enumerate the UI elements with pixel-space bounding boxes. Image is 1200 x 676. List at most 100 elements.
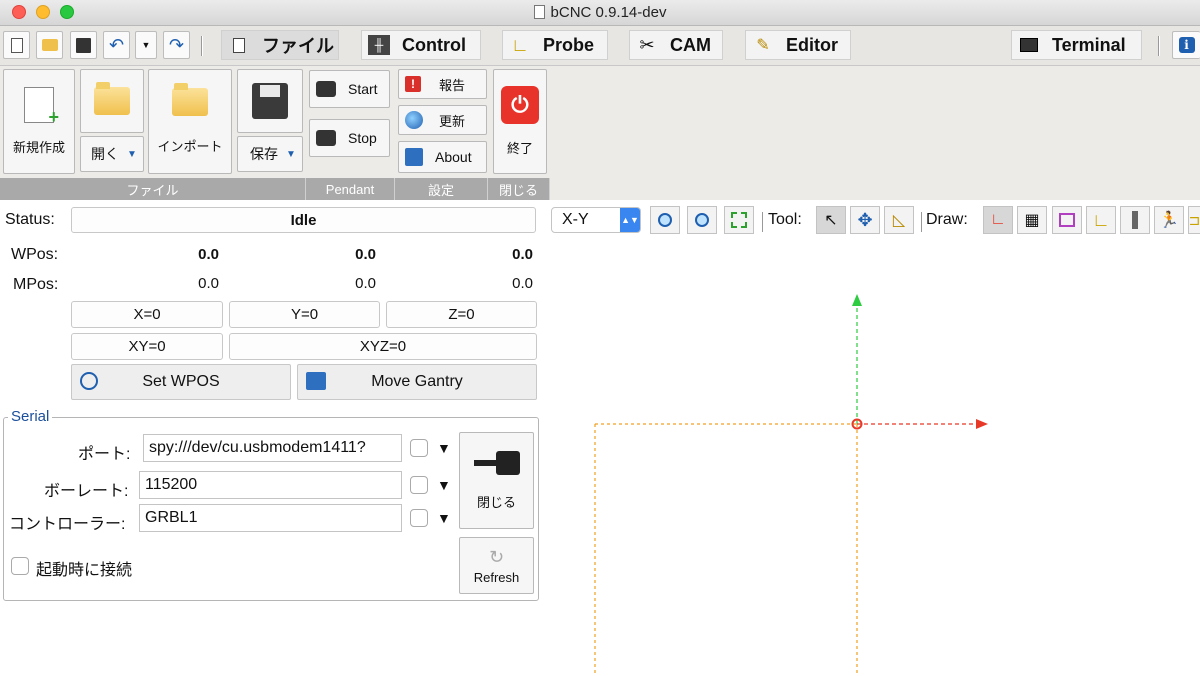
toolbar-separator	[201, 36, 203, 56]
port-input[interactable]: spy:///dev/cu.usbmodem1411?	[143, 434, 402, 462]
port-dropdown-checkbox[interactable]	[410, 439, 428, 457]
folder-icon	[94, 82, 130, 115]
document-icon	[533, 5, 545, 19]
toolbar-separator	[921, 212, 923, 232]
tab-file[interactable]: ファイル	[221, 30, 339, 60]
move-icon[interactable]: ✥	[850, 206, 880, 234]
axes-icon[interactable]: ∟	[983, 206, 1013, 234]
baud-dropdown-icon[interactable]: ▼	[437, 477, 451, 493]
settings-group-label: 設定	[395, 178, 488, 200]
tab-probe[interactable]: ∟ Probe	[502, 30, 608, 60]
zero-xyz-button[interactable]: XYZ=0	[229, 333, 537, 360]
zero-x-button[interactable]: X=0	[71, 301, 223, 328]
title-bar: bCNC 0.9.14-dev	[0, 0, 1200, 26]
baud-input[interactable]: 115200	[139, 471, 402, 499]
zero-z-button[interactable]: Z=0	[386, 301, 537, 328]
new-file-icon[interactable]	[3, 31, 30, 59]
controller-dropdown-checkbox[interactable]	[410, 509, 428, 527]
tab-control[interactable]: ╫ Control	[361, 30, 481, 60]
user-icon	[405, 148, 423, 166]
wpos-label: WPos:	[11, 246, 59, 263]
tools-icon: ✂	[639, 34, 655, 55]
y-axis-arrow-icon	[852, 294, 862, 306]
zero-xy-button[interactable]: XY=0	[71, 333, 223, 360]
terminal-icon	[1018, 35, 1040, 55]
draw-label: Draw:	[926, 211, 968, 228]
floppy-disk-icon	[252, 83, 288, 119]
save-button[interactable]	[237, 69, 303, 133]
zoom-fit-icon[interactable]	[724, 206, 754, 234]
window-title: bCNC 0.9.14-dev	[0, 4, 1200, 21]
select-arrows-icon: ▲▼	[620, 208, 640, 232]
undo-history-dropdown-icon[interactable]: ▼	[135, 31, 157, 59]
refresh-button[interactable]: ↻ Refresh	[459, 537, 534, 594]
drawing-canvas[interactable]	[545, 240, 1200, 676]
move-gantry-button[interactable]: Move Gantry	[297, 364, 537, 400]
port-dropdown-icon[interactable]: ▼	[437, 440, 451, 456]
tab-terminal[interactable]: Terminal	[1011, 30, 1142, 60]
crosshair-icon	[80, 372, 98, 390]
zoom-in-icon[interactable]	[650, 206, 680, 234]
wpos-y-value: 0.0	[355, 246, 376, 263]
mpos-label: MPos:	[13, 276, 59, 293]
pencil-icon: ✎	[756, 37, 770, 54]
update-button[interactable]: 更新	[398, 105, 487, 135]
tab-cam[interactable]: ✂ CAM	[629, 30, 723, 60]
about-button[interactable]: About	[398, 141, 487, 173]
refresh-icon: ↻	[488, 546, 505, 567]
mpos-x-value: 0.0	[198, 275, 219, 292]
port-label: ポート:	[78, 446, 131, 463]
mpos-z-value: 0.0	[512, 275, 533, 292]
new-document-icon: +	[24, 87, 59, 127]
controller-input[interactable]: GRBL1	[139, 504, 402, 532]
chevron-down-icon: ▼	[286, 148, 296, 160]
document-icon	[228, 35, 250, 55]
import-button[interactable]: インポート	[148, 69, 232, 174]
ribbon: + 新規作成 開く ▼ インポート 保存 ▼ ファイル Start Stop Pen…	[0, 66, 1200, 200]
report-button[interactable]: ! 報告	[398, 69, 487, 99]
workarea-icon[interactable]	[1120, 206, 1150, 234]
save-dropdown-button[interactable]: 保存 ▼	[237, 136, 303, 172]
autostart-checkbox[interactable]	[11, 557, 29, 575]
select-pointer-icon[interactable]: ↖	[816, 206, 846, 234]
serial-title: Serial	[8, 408, 53, 425]
path-icon[interactable]: ⊐	[1188, 206, 1200, 234]
pendant-stop-button[interactable]: Stop	[309, 119, 390, 157]
info-icon[interactable]: i	[1172, 31, 1200, 59]
import-folder-icon	[172, 83, 208, 116]
wpos-z-value: 0.0	[512, 246, 533, 263]
pendant-stop-icon	[316, 130, 336, 146]
view-select[interactable]: X-Y ▲▼	[551, 207, 641, 233]
margin-icon[interactable]	[1052, 206, 1082, 234]
ruler-icon[interactable]: ◺	[884, 206, 914, 234]
status-value: Idle	[71, 207, 536, 233]
controller-dropdown-icon[interactable]: ▼	[437, 510, 451, 526]
zoom-out-icon[interactable]	[687, 206, 717, 234]
open-folder-icon[interactable]	[36, 31, 63, 59]
grid-icon[interactable]: ▦	[1017, 206, 1047, 234]
redo-icon[interactable]: ↷	[163, 31, 190, 59]
usb-icon	[469, 450, 525, 476]
serial-close-button[interactable]: 閉じる	[459, 432, 534, 529]
tab-editor[interactable]: ✎ Editor	[745, 30, 851, 60]
rapid-motion-icon[interactable]: 🏃	[1154, 206, 1184, 234]
x-axis-arrow-icon	[976, 419, 988, 429]
close-group-label: 閉じる	[488, 178, 550, 200]
set-wpos-button[interactable]: Set WPOS	[71, 364, 291, 400]
toolbar-separator	[1158, 36, 1160, 56]
chevron-down-icon: ▼	[127, 148, 137, 160]
exit-button[interactable]: ⏻ 終了	[493, 69, 547, 174]
file-group-label: ファイル	[0, 178, 306, 200]
baud-label: ボーレート:	[44, 483, 129, 500]
open-folder-button[interactable]	[80, 69, 144, 133]
undo-icon[interactable]: ↶	[103, 31, 130, 59]
save-icon[interactable]	[70, 31, 97, 59]
new-file-button[interactable]: + 新規作成	[3, 69, 75, 174]
open-dropdown-button[interactable]: 開く ▼	[80, 136, 144, 172]
pendant-start-icon	[316, 81, 336, 97]
zero-y-button[interactable]: Y=0	[229, 301, 380, 328]
baud-dropdown-checkbox[interactable]	[410, 476, 428, 494]
sliders-icon: ╫	[368, 35, 390, 55]
probe-icon[interactable]: ∟	[1086, 206, 1116, 234]
pendant-start-button[interactable]: Start	[309, 70, 390, 108]
